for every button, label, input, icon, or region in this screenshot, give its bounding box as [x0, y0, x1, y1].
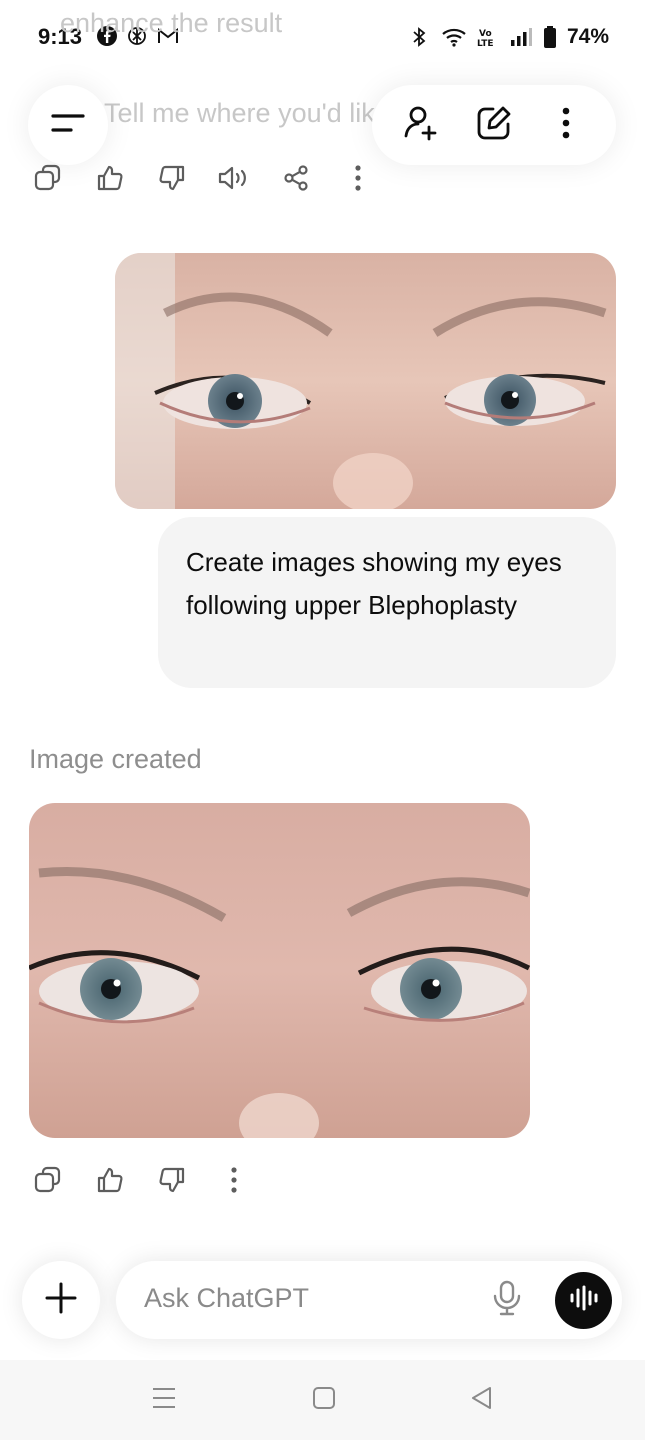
dictate-button[interactable]	[486, 1279, 528, 1321]
voice-mode-button[interactable]	[555, 1272, 612, 1329]
wifi-icon	[441, 26, 466, 48]
new-chat-button[interactable]	[470, 101, 518, 149]
read-aloud-icon	[217, 163, 251, 198]
scrolled-text-line: enhance the result	[60, 8, 283, 38]
battery-icon	[543, 26, 557, 48]
microphone-icon	[492, 1280, 522, 1321]
header-actions	[372, 85, 616, 165]
thumbs-up-icon	[95, 1165, 125, 1200]
svg-text:LTE: LTE	[477, 39, 494, 48]
read-aloud-button[interactable]	[216, 162, 252, 198]
thumbs-up-button[interactable]	[92, 162, 128, 198]
signal-icon	[509, 26, 533, 48]
add-person-icon	[402, 103, 442, 148]
home-button[interactable]	[306, 1384, 342, 1416]
volte-icon: Vo LTE	[475, 26, 499, 49]
recents-icon	[151, 1386, 177, 1415]
image-created-label: Image created	[29, 744, 202, 774]
plus-icon	[44, 1281, 78, 1320]
recents-button[interactable]	[146, 1384, 182, 1416]
thumbs-down-icon	[157, 163, 187, 198]
system-navigation-bar	[0, 1360, 645, 1440]
attach-button[interactable]	[22, 1261, 100, 1339]
svg-text:Vo: Vo	[479, 29, 492, 39]
more-vertical-icon	[560, 105, 572, 146]
user-message-bubble: Create images showing my eyes following …	[158, 517, 616, 688]
thumbs-up-button[interactable]	[92, 1164, 128, 1200]
user-message-text: Create images showing my eyes following …	[186, 547, 562, 620]
thumbs-up-icon	[95, 163, 125, 198]
copy-icon	[33, 1165, 63, 1200]
thumbs-down-button[interactable]	[154, 1164, 190, 1200]
copy-button[interactable]	[30, 1164, 66, 1200]
share-icon	[281, 163, 311, 198]
menu-icon	[50, 110, 86, 141]
image-actions	[30, 1164, 252, 1200]
more-button[interactable]	[340, 162, 376, 198]
back-icon	[469, 1385, 495, 1416]
system-icons: Vo LTE 74%	[407, 25, 609, 49]
new-chat-icon	[475, 104, 513, 147]
share-button[interactable]	[278, 162, 314, 198]
more-button[interactable]	[216, 1164, 252, 1200]
more-vertical-icon	[230, 1166, 238, 1199]
menu-button[interactable]	[28, 85, 108, 165]
bluetooth-icon	[407, 26, 431, 48]
more-vertical-icon	[354, 164, 362, 197]
message-input[interactable]	[144, 1283, 444, 1314]
composer	[116, 1261, 622, 1339]
user-uploaded-image[interactable]	[115, 253, 616, 509]
back-button[interactable]	[464, 1384, 500, 1416]
more-options-button[interactable]	[542, 101, 590, 149]
waveform-icon	[568, 1285, 600, 1316]
thumbs-down-button[interactable]	[154, 162, 190, 198]
add-people-button[interactable]	[398, 101, 446, 149]
message-actions	[30, 162, 376, 198]
copy-button[interactable]	[30, 162, 66, 198]
home-icon	[311, 1385, 337, 1416]
battery-percent: 74%	[566, 25, 609, 48]
generated-image[interactable]	[29, 803, 530, 1138]
copy-icon	[33, 163, 63, 198]
scrolled-text-line: Tell me where you'd lik	[104, 98, 375, 128]
thumbs-down-icon	[157, 1165, 187, 1200]
